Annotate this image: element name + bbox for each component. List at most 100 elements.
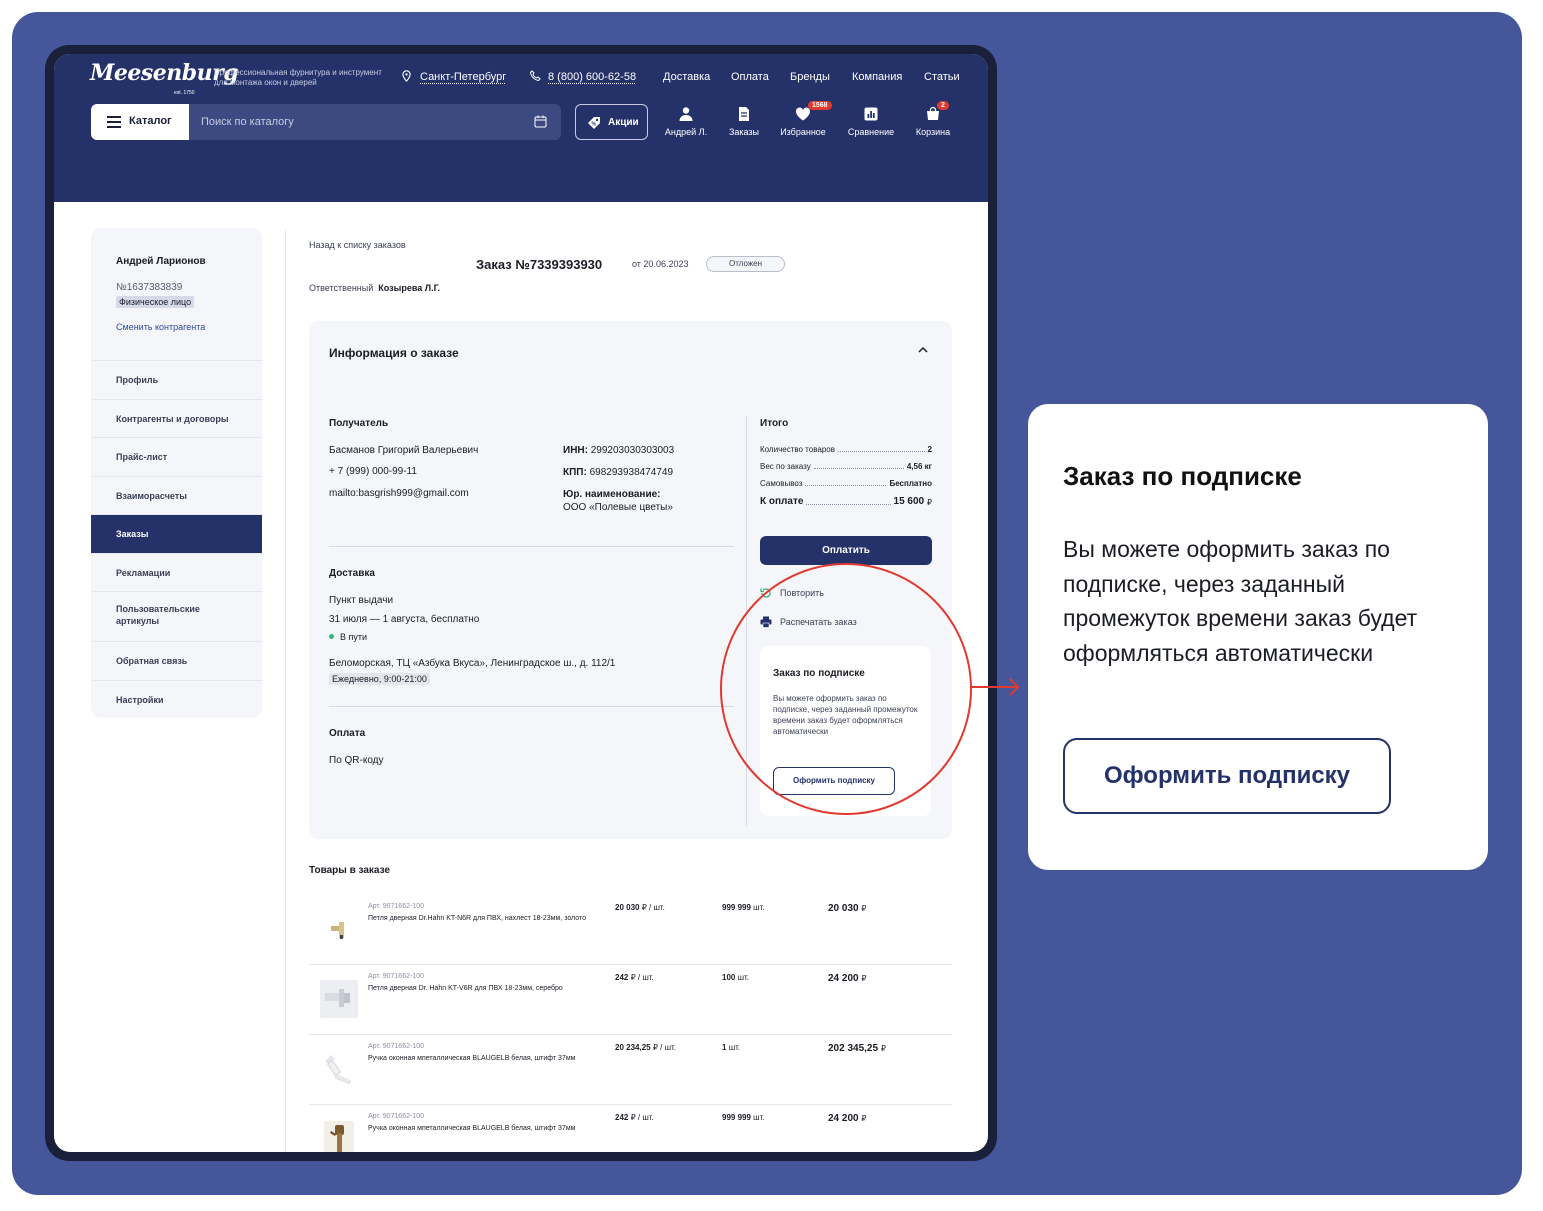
- table-row[interactable]: Арт. 9071662-100 Ручка оконная мпеталлич…: [309, 1035, 952, 1105]
- product-price: 242 ₽ / шт.: [615, 1113, 654, 1122]
- product-name[interactable]: Ручка оконная мпеталлическая BLAUGELB бе…: [368, 1124, 593, 1134]
- delivery-period: 31 июля — 1 августа, бесплатно: [329, 614, 480, 625]
- order-date: от 20.06.2023: [632, 259, 689, 269]
- product-sum: 24 200 ₽: [828, 973, 867, 984]
- chevron-up-icon[interactable]: [917, 345, 929, 355]
- sidebar-item-claims[interactable]: Рекламации: [91, 552, 262, 592]
- product-article: Арт. 9071662-100: [368, 1113, 424, 1120]
- nav-articles[interactable]: Статьи: [924, 71, 960, 83]
- legal-name: ООО «Полевые цветы»: [563, 502, 673, 513]
- callout-arrow-icon: [970, 678, 1020, 696]
- product-sum: 202 345,25 ₽: [828, 1043, 886, 1054]
- product-sum: 20 030 ₽: [828, 903, 867, 914]
- totals-to-pay-row: К оплате 15 600 ₽: [760, 496, 932, 507]
- responsible-label: Ответственный: [309, 283, 374, 293]
- promo-label: Акции: [608, 117, 639, 128]
- recipient-inn: ИНН: 299203030303003: [563, 445, 675, 456]
- delivery-address: Беломорская, ТЦ «Азбука Вкуса», Ленингра…: [329, 658, 616, 669]
- table-row[interactable]: Арт. 9071662-100 Петля дверная Dr. Hahn …: [309, 965, 952, 1035]
- sidebar-item-settings[interactable]: Настройки: [91, 679, 262, 719]
- product-price: 20 234,25 ₽ / шт.: [615, 1043, 677, 1052]
- pay-button[interactable]: Оплатить: [760, 536, 932, 565]
- status-dot: [329, 634, 334, 639]
- sidebar-item-custom-articles[interactable]: Пользовательские артикулы: [91, 591, 262, 641]
- account-number: №1637383839: [116, 282, 183, 293]
- catalog-button[interactable]: Каталог: [91, 104, 189, 140]
- table-row[interactable]: Арт. 9071662-100 Петля дверная Dr.Hahn K…: [309, 895, 952, 965]
- city-selector[interactable]: Санкт-Петербург: [420, 71, 506, 83]
- recipient-phone: + 7 (999) 000-99-11: [329, 466, 417, 477]
- logo-est: est. 1750: [174, 90, 195, 96]
- user-icon: [679, 107, 693, 121]
- chart-bars-icon: [864, 107, 878, 121]
- callout-subscribe-button[interactable]: Оформить подписку: [1063, 738, 1391, 814]
- product-qty: 1 шт.: [722, 1043, 741, 1052]
- cart-badge: 2: [937, 101, 949, 110]
- cart-label: Корзина: [915, 127, 951, 137]
- search-placeholder: Поиск по каталогу: [201, 116, 294, 128]
- account-name: Андрей Ларионов: [116, 256, 206, 267]
- totals-weight-row: Вес по заказу 4,56 кг: [760, 462, 932, 471]
- recipient-heading: Получатель: [329, 418, 389, 429]
- highlight-circle: [720, 563, 972, 815]
- product-article: Арт. 9071662-100: [368, 903, 424, 910]
- delivery-heading: Доставка: [329, 568, 375, 579]
- document-icon: [739, 107, 749, 121]
- totals-pickup-row: Самовывоз Бесплатно: [760, 479, 932, 488]
- header-cart[interactable]: 2 Корзина: [903, 101, 963, 140]
- totals-qty-row: Количество товаров 2: [760, 445, 932, 454]
- switch-counterparty-link[interactable]: Сменить контрагента: [116, 322, 205, 332]
- product-qty: 999 999 шт.: [722, 903, 765, 912]
- sidebar-item-price-list[interactable]: Прайс-лист: [91, 437, 262, 476]
- calendar-icon[interactable]: [534, 115, 547, 128]
- product-name[interactable]: Петля дверная Dr.Hahn KT-N6R для ПВХ, на…: [368, 914, 593, 924]
- sidebar-item-settlements[interactable]: Взаиморасчеты: [91, 475, 262, 515]
- callout-heading: Заказ по подписке: [1063, 461, 1302, 491]
- sidebar-item-profile[interactable]: Профиль: [91, 360, 262, 399]
- product-article: Арт. 9071662-100: [368, 973, 424, 980]
- product-qty: 100 шт.: [722, 973, 750, 982]
- nav-company[interactable]: Компания: [852, 71, 902, 83]
- header-orders[interactable]: Заказы: [714, 104, 774, 140]
- nav-payment[interactable]: Оплата: [731, 71, 769, 83]
- catalog-label: Каталог: [129, 115, 172, 127]
- location-pin-icon: [402, 70, 411, 82]
- recipient-kpp: КПП: 698293938474749: [563, 467, 674, 478]
- header-user[interactable]: Андрей Л.: [656, 104, 716, 140]
- search-input[interactable]: Поиск по каталогу: [189, 104, 561, 140]
- header-compare[interactable]: Сравнение: [841, 104, 901, 140]
- product-name[interactable]: Петля дверная Dr. Hahn KT-V6R для ПВХ 18…: [368, 984, 593, 994]
- sidebar-item-orders[interactable]: Заказы: [91, 514, 262, 553]
- favorites-label: Избранное: [780, 127, 826, 137]
- product-image: [325, 1055, 352, 1085]
- favorites-badge: 1568: [808, 101, 832, 110]
- svg-text:%: %: [592, 122, 597, 128]
- product-image: [331, 922, 344, 939]
- subscription-callout-card: Заказ по подписке Вы можете оформить зак…: [1028, 404, 1488, 870]
- nav-brands[interactable]: Бренды: [790, 71, 830, 83]
- recipient-email[interactable]: mailto:basgrish999@gmail.com: [329, 488, 469, 499]
- delivery-method: Пункт выдачи: [329, 595, 394, 606]
- payment-heading: Оплата: [329, 728, 366, 739]
- content-divider: [285, 230, 286, 1152]
- promo-button[interactable]: % Акции: [575, 104, 648, 140]
- table-row[interactable]: Арт. 9071662-100 Ручка оконная мпеталлич…: [309, 1105, 952, 1152]
- legal-name-label: Юр. наименование:: [563, 489, 661, 500]
- callout-text: Вы можете оформить заказ по подписке, че…: [1063, 536, 1418, 666]
- totals-heading: Итого: [760, 418, 789, 429]
- section-divider: [329, 546, 734, 547]
- site-header: Meesenburg est. 1750 Профессиональная фу…: [54, 54, 988, 202]
- header-favorites[interactable]: 1568 Избранное: [773, 101, 833, 140]
- sidebar-menu: Профиль Контрагенты и договоры Прайс-лис…: [91, 360, 262, 718]
- back-to-orders-link[interactable]: Назад к списку заказов: [309, 240, 406, 250]
- product-article: Арт. 9071662-100: [368, 1043, 424, 1050]
- product-price: 20 030 ₽ / шт.: [615, 903, 665, 912]
- phone-icon: [530, 70, 541, 81]
- order-title: Заказ №7339393930: [476, 257, 603, 272]
- nav-delivery[interactable]: Доставка: [663, 71, 710, 83]
- phone-link[interactable]: 8 (800) 600-62-58: [548, 71, 636, 83]
- product-name[interactable]: Ручка оконная мпеталлическая BLAUGELB бе…: [368, 1054, 593, 1064]
- section-divider: [329, 706, 734, 707]
- sidebar-item-counterparties[interactable]: Контрагенты и договоры: [91, 398, 262, 438]
- sidebar-item-feedback[interactable]: Обратная связь: [91, 641, 262, 680]
